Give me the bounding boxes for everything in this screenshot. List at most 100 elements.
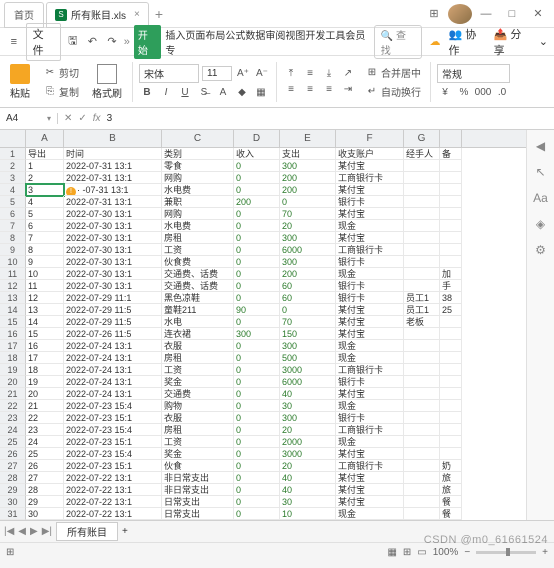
cell[interactable]: 2022-07-22 13:1 [64,496,162,508]
cell[interactable]: 200 [234,196,280,208]
row-header[interactable]: 15 [0,316,26,328]
wrap-button[interactable]: ↵自动换行 [362,83,424,100]
cell[interactable]: 交通费 [162,388,234,400]
border-icon[interactable]: ▦ [253,85,269,99]
cell[interactable] [440,364,462,376]
row-header[interactable]: 29 [0,484,26,496]
undo-icon[interactable]: ↶ [85,34,101,50]
cell[interactable]: 2022-07-30 13:1 [64,244,162,256]
row-header[interactable]: 1 [0,148,26,160]
ribbon-rest[interactable]: 插入页面布局公式数据审阅视图开发工具会员专 [165,27,369,57]
fill-color-icon[interactable]: ◆ [234,85,250,99]
cell[interactable]: 某付宝 [336,208,404,220]
row-header[interactable]: 9 [0,244,26,256]
cell[interactable]: 25 [26,448,64,460]
cell[interactable]: 时间 [64,148,162,160]
cell[interactable]: 奖金 [162,448,234,460]
sheet-last-icon[interactable]: ▶| [42,526,52,537]
cell[interactable]: 交通费、话费 [162,268,234,280]
fx-icon[interactable]: fx [93,113,101,124]
settings-tool-icon[interactable]: ⚙ [533,242,549,258]
cell[interactable]: 银行卡 [336,196,404,208]
align-right-icon[interactable]: ≡ [321,83,337,97]
cut-button[interactable]: ✂剪切 [40,64,82,81]
row-header[interactable]: 28 [0,472,26,484]
cell[interactable]: 0 [280,304,336,316]
minimize-icon[interactable]: — [474,4,498,24]
cell[interactable]: 2022-07-23 15:4 [64,400,162,412]
zoom-out-icon[interactable]: − [464,547,470,558]
row-header[interactable]: 30 [0,496,26,508]
cell[interactable]: 餐 [440,508,462,520]
row-header[interactable]: 23 [0,412,26,424]
cell[interactable]: 0 [234,268,280,280]
cell[interactable]: 38 [440,292,462,304]
cell[interactable]: 30 [280,496,336,508]
cell[interactable]: 2022-07-24 13:1 [64,388,162,400]
cell[interactable]: 伙食 [162,460,234,472]
cell[interactable]: 日常支出 [162,496,234,508]
cell[interactable]: 17 [26,352,64,364]
cell[interactable]: 工商银行卡 [336,364,404,376]
row-header[interactable]: 18 [0,352,26,364]
cell[interactable]: 15 [26,328,64,340]
sheet-next-icon[interactable]: ▶ [30,526,38,537]
cell[interactable] [404,160,440,172]
cell[interactable]: 伙食费 [162,256,234,268]
cell[interactable]: 工商银行卡 [336,460,404,472]
cell[interactable] [440,352,462,364]
align-top-icon[interactable]: ⤒ [283,67,299,81]
close-window-icon[interactable]: ✕ [526,4,550,24]
cell[interactable]: 2022-07-29 11:1 [64,292,162,304]
strike-icon[interactable]: S̶ [196,85,212,99]
cell[interactable]: 现金 [336,340,404,352]
confirm-icon[interactable]: ✓ [78,113,86,124]
cell[interactable]: 20 [26,388,64,400]
cell[interactable]: 0 [234,436,280,448]
cell[interactable]: 0 [234,364,280,376]
cell[interactable]: 2022-07-24 13:1 [64,364,162,376]
cell[interactable]: 某付宝 [336,388,404,400]
cell[interactable]: 支出 [280,148,336,160]
zoom-in-icon[interactable]: + [542,547,548,558]
cell[interactable]: 备 [440,148,462,160]
cell[interactable] [404,376,440,388]
cell[interactable]: 收支账户 [336,148,404,160]
cell[interactable]: 30 [26,508,64,520]
cell[interactable]: 加 [440,268,462,280]
cell[interactable]: 26 [26,460,64,472]
cell[interactable]: 18 [26,364,64,376]
row-header[interactable]: 14 [0,304,26,316]
cell[interactable]: 5 [26,208,64,220]
col-A[interactable]: A [26,130,64,147]
cell[interactable]: 现金 [336,352,404,364]
cell[interactable]: 餐 [440,496,462,508]
align-mid-icon[interactable]: ≡ [302,67,318,81]
cell[interactable]: 40 [280,472,336,484]
orient-icon[interactable]: ↗ [340,67,356,81]
indent-icon[interactable]: ⇥ [340,83,356,97]
cell[interactable]: 导出 [26,148,64,160]
cell[interactable]: 40 [280,484,336,496]
cell[interactable]: 40 [280,388,336,400]
bold-icon[interactable]: B [139,85,155,99]
cell[interactable]: 0 [234,340,280,352]
cell[interactable]: 0 [234,508,280,520]
cell[interactable]: 300 [280,160,336,172]
cell[interactable] [440,184,462,196]
cell[interactable]: 水电费 [162,220,234,232]
save-icon[interactable]: 🖫 [65,34,81,50]
sheet-first-icon[interactable]: |◀ [4,526,14,537]
cell[interactable]: 12 [26,292,64,304]
cell[interactable]: 购物 [162,400,234,412]
cell[interactable]: 300 [280,340,336,352]
cell[interactable]: 70 [280,208,336,220]
doc-tab[interactable]: S 所有账目.xls × [46,2,149,28]
cell[interactable]: 奶 [440,460,462,472]
cell[interactable]: 2022-07-24 13:1 [64,340,162,352]
panel-toggle-icon[interactable]: ◀ [533,138,549,154]
cell[interactable]: 60 [280,280,336,292]
cell[interactable]: 工商银行卡 [336,424,404,436]
cell[interactable]: 2022-07-22 13:1 [64,484,162,496]
cell[interactable]: 2022-07-31 13:1 [64,196,162,208]
